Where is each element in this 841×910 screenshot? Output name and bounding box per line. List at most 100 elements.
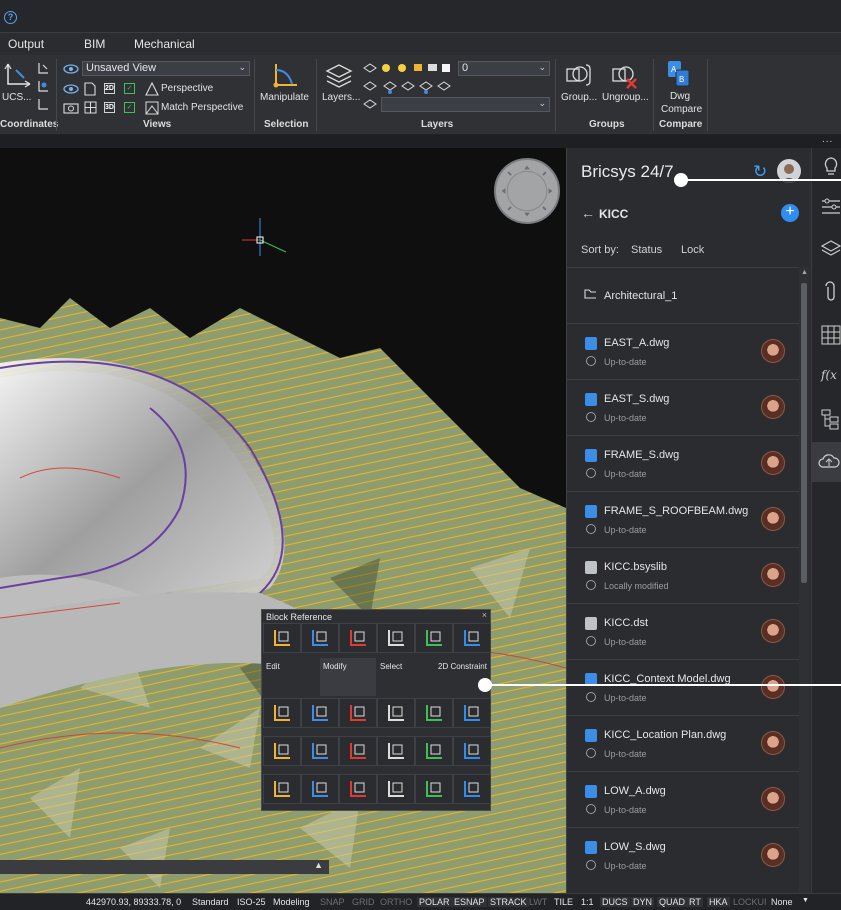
status-standard[interactable]: Standard — [192, 897, 229, 907]
file-row[interactable]: EAST_S.dwg Up-to-date — [567, 379, 799, 435]
view-2d-button[interactable]: 2D — [104, 83, 115, 94]
delete-icon[interactable] — [301, 698, 339, 728]
tab-output[interactable]: Output — [8, 37, 44, 51]
match-perspective-icon[interactable] — [145, 101, 159, 115]
perspective-icon[interactable] — [145, 82, 159, 96]
mirror-icon[interactable] — [415, 698, 453, 728]
manipulate-icon[interactable] — [263, 698, 301, 728]
scroll-up-icon[interactable]: ▲ — [801, 269, 808, 276]
toggle-ortho[interactable]: ORTHO — [380, 897, 412, 907]
file-owner-avatar[interactable] — [761, 339, 785, 363]
status-modeling[interactable]: Modeling — [273, 897, 310, 907]
ucs-tools-icons[interactable] — [36, 61, 50, 111]
file-row[interactable]: KICC_Context Model.dwg Up-to-date — [567, 659, 799, 715]
modify-icon[interactable] — [301, 623, 339, 653]
toggle-tile[interactable]: TILE — [554, 897, 573, 907]
file-row[interactable]: LOW_S.dwg Up-to-date — [567, 827, 799, 883]
manipulate-button[interactable]: Manipulate — [260, 92, 309, 103]
scrollbar-thumb[interactable] — [801, 283, 807, 583]
perspective-button[interactable]: Perspective — [161, 83, 213, 94]
file-owner-avatar[interactable] — [761, 843, 785, 867]
ungroup-button[interactable]: Ungroup... — [602, 92, 649, 103]
toggle-quad[interactable]: QUAD — [657, 897, 688, 907]
layers-button[interactable]: Layers... — [322, 92, 360, 103]
scale-icon[interactable] — [453, 698, 491, 728]
scissors-icon[interactable] — [377, 736, 415, 766]
sort-lock-button[interactable]: Lock — [681, 244, 704, 256]
dwg-compare-label-line2[interactable]: Compare — [661, 104, 702, 115]
dwg-compare-label-line1[interactable]: Dwg — [670, 91, 690, 102]
file-row[interactable]: FRAME_S.dwg Up-to-date — [567, 435, 799, 491]
dwg-compare-icon[interactable]: A B — [666, 59, 692, 89]
section-modify-highlight[interactable]: Modify — [320, 658, 376, 696]
file-owner-avatar[interactable] — [761, 675, 785, 699]
file-row[interactable]: KICC.bsyslib Locally modified — [567, 547, 799, 603]
stack-icon[interactable] — [377, 774, 415, 804]
array-icon[interactable] — [263, 774, 301, 804]
attributes-icon[interactable] — [339, 623, 377, 653]
file-owner-avatar[interactable] — [761, 731, 785, 755]
properties-icon[interactable] — [820, 196, 841, 218]
navigation-wheel[interactable] — [494, 158, 560, 224]
copy-icon[interactable] — [377, 698, 415, 728]
toggle-grid[interactable]: GRID — [352, 897, 375, 907]
eye-icon[interactable] — [63, 63, 79, 75]
ucs-icon[interactable] — [4, 60, 34, 88]
move-snap-icon[interactable] — [301, 774, 339, 804]
manipulate-icon[interactable] — [377, 623, 415, 653]
sort-status-button[interactable]: Status — [631, 244, 662, 256]
file-owner-avatar[interactable] — [761, 563, 785, 587]
copy-paste-icon[interactable] — [415, 736, 453, 766]
tab-bim[interactable]: BIM — [84, 37, 105, 51]
more-icon[interactable]: ... — [822, 134, 833, 145]
move-icon[interactable] — [339, 698, 377, 728]
stack-icon[interactable] — [415, 774, 453, 804]
close-icon[interactable]: × — [482, 610, 487, 620]
file-row[interactable]: KICC.dst Up-to-date — [567, 603, 799, 659]
move-icon[interactable] — [453, 623, 491, 653]
structure-tree-icon[interactable] — [820, 408, 841, 430]
manipulate-icon[interactable] — [270, 60, 300, 90]
status-iso25[interactable]: ISO-25 — [237, 897, 266, 907]
stack-icon[interactable] — [339, 774, 377, 804]
view-3d-button[interactable]: 3D — [104, 102, 115, 113]
file-owner-avatar[interactable] — [761, 619, 785, 643]
status-scale[interactable]: 1:1 — [581, 897, 594, 907]
toggle-lockui[interactable]: LOCKUI — [733, 897, 767, 907]
toggle-esnap[interactable]: ESNAP — [452, 897, 487, 907]
tab-mechanical[interactable]: Mechanical — [134, 37, 195, 51]
file-owner-avatar[interactable] — [761, 395, 785, 419]
lightbulb-icon[interactable] — [820, 156, 841, 178]
folder-row[interactable]: Architectural_1 — [567, 267, 799, 323]
group-button[interactable]: Group... — [561, 92, 597, 103]
cloud-tab-active[interactable] — [812, 442, 841, 482]
file-row[interactable]: FRAME_S_ROOFBEAM.dwg Up-to-date — [567, 491, 799, 547]
toggle-hka[interactable]: HKA — [707, 897, 730, 907]
toggle-strack[interactable]: STRACK — [488, 897, 529, 907]
delete-icon[interactable] — [415, 623, 453, 653]
file-owner-avatar[interactable] — [761, 787, 785, 811]
view-check-button[interactable]: ✓ — [124, 83, 135, 94]
toggle-lwt[interactable]: LWT — [529, 897, 547, 907]
section-edit[interactable]: Edit — [266, 662, 280, 671]
expand-up-icon[interactable]: ▲ — [314, 860, 323, 870]
section-select[interactable]: Select — [380, 662, 402, 671]
section-2d-constraint[interactable]: 2D Constraint — [438, 662, 487, 671]
ungroup-icon[interactable] — [609, 61, 639, 91]
view-eye-settings-icon[interactable] — [63, 82, 79, 96]
toggle-snap[interactable]: SNAP — [320, 897, 345, 907]
document-icon[interactable] — [84, 82, 96, 96]
view-selector[interactable]: Unsaved View ⌄ — [82, 61, 250, 76]
toggle-ducs[interactable]: DUCS — [600, 897, 630, 907]
layer-selector[interactable]: 0 ⌄ — [458, 61, 550, 76]
sphere-icon[interactable] — [263, 736, 301, 766]
group-icon[interactable] — [563, 61, 593, 89]
status-none[interactable]: None — [771, 897, 793, 907]
edit-block-icon[interactable] — [263, 623, 301, 653]
toggle-dyn[interactable]: DYN — [631, 897, 655, 907]
function-icon[interactable]: f(x — [821, 368, 837, 382]
layers-icon[interactable] — [324, 61, 354, 89]
status-menu-chevron-icon[interactable]: ▼ — [802, 897, 809, 904]
view-check-alt-button[interactable]: ✓ — [124, 102, 135, 113]
toggle-polar[interactable]: POLAR — [417, 897, 452, 907]
